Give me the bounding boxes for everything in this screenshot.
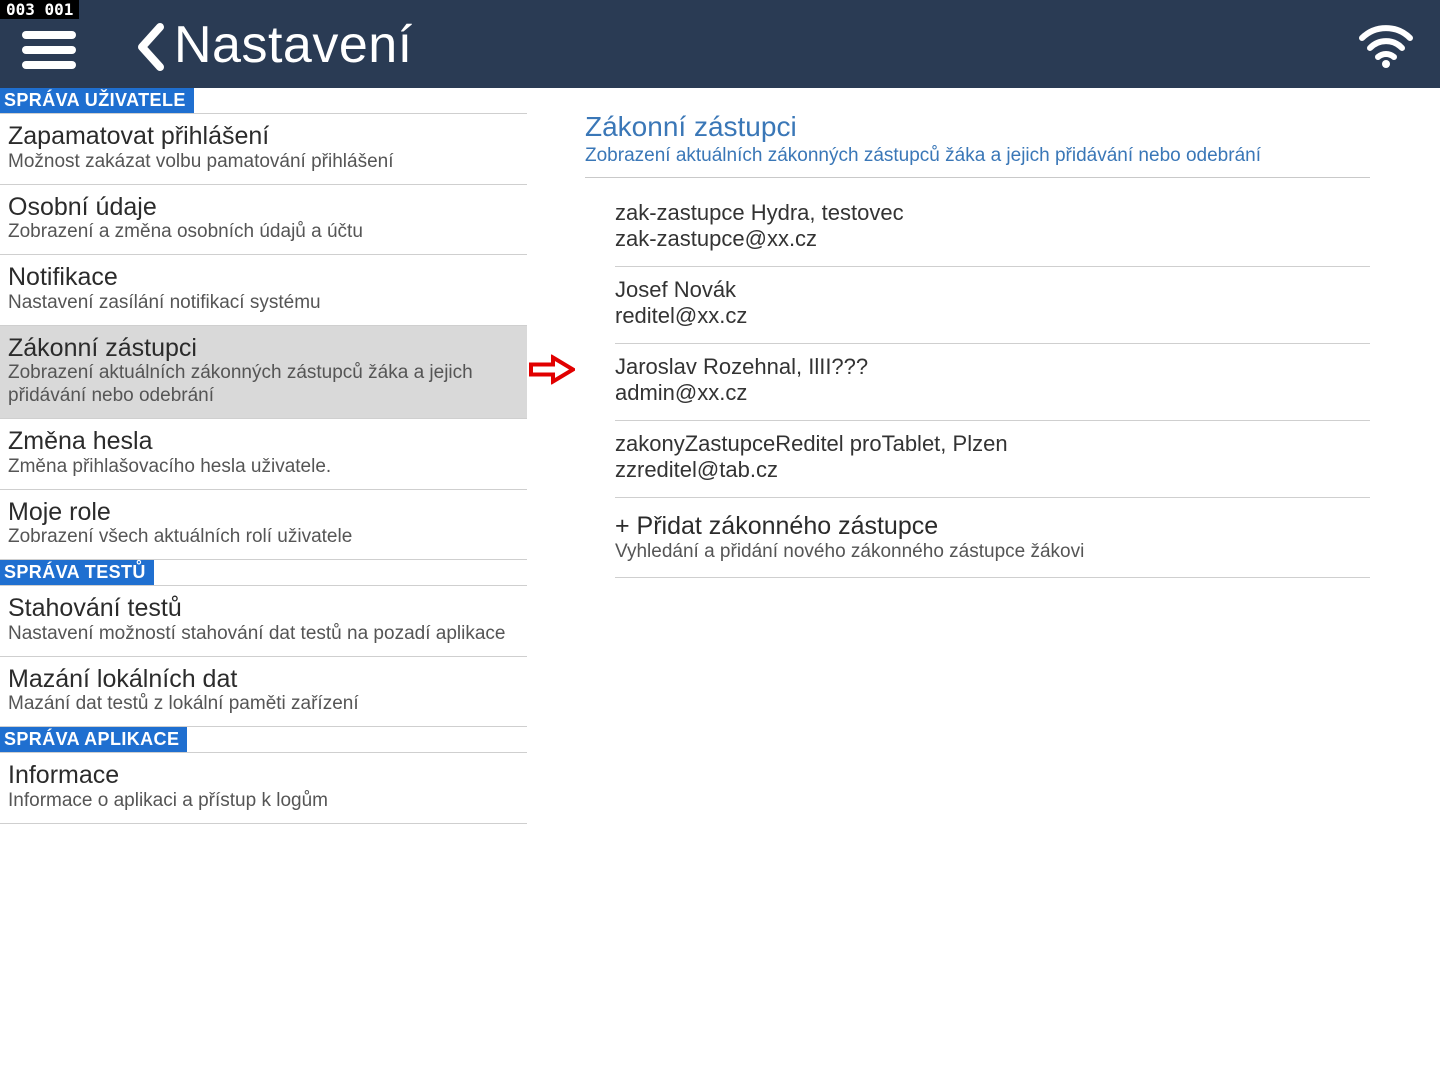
section-header-app: SPRÁVA APLIKACE bbox=[0, 727, 527, 753]
section-label: SPRÁVA APLIKACE bbox=[0, 727, 187, 752]
menu-item-subtitle: Zobrazení a změna osobních údajů a účtu bbox=[8, 221, 519, 244]
guardian-name: Josef Novák bbox=[615, 277, 1370, 303]
menu-item-subtitle: Nastavení zasílání notifikací systému bbox=[8, 292, 519, 315]
guardian-email: zak-zastupce@xx.cz bbox=[615, 226, 1370, 252]
menu-item-title: Informace bbox=[8, 761, 519, 790]
section-header-user: SPRÁVA UŽIVATELE bbox=[0, 88, 527, 114]
menu-item-information[interactable]: InformaceInformace o aplikaci a přístup … bbox=[0, 753, 527, 824]
settings-menu: SPRÁVA UŽIVATELEZapamatovat přihlášeníMo… bbox=[0, 88, 527, 1080]
menu-item-change-password[interactable]: Změna heslaZměna přihlašovacího hesla už… bbox=[0, 419, 527, 490]
menu-item-my-roles[interactable]: Moje roleZobrazení všech aktuálních rolí… bbox=[0, 490, 527, 561]
guardian-row[interactable]: Josef Novákreditel@xx.cz bbox=[615, 267, 1370, 344]
status-bar: 003 001 bbox=[0, 0, 79, 19]
menu-item-title: Stahování testů bbox=[8, 594, 519, 623]
page-title: Nastavení bbox=[174, 15, 413, 75]
menu-item-title: Notifikace bbox=[8, 263, 519, 292]
menu-item-subtitle: Mazání dat testů z lokální paměti zaříze… bbox=[8, 693, 519, 716]
back-icon[interactable] bbox=[136, 23, 164, 71]
guardian-name: zakonyZastupceReditel proTablet, Plzen bbox=[615, 431, 1370, 457]
panel-title: Zákonní zástupci bbox=[585, 112, 1370, 143]
menu-item-subtitle: Informace o aplikaci a přístup k logům bbox=[8, 790, 519, 813]
menu-icon[interactable] bbox=[22, 31, 76, 69]
guardian-row[interactable]: Jaroslav Rozehnal, IlII???admin@xx.cz bbox=[615, 344, 1370, 421]
arrow-right-icon bbox=[529, 354, 575, 389]
guardian-email: admin@xx.cz bbox=[615, 380, 1370, 406]
menu-item-delete-local[interactable]: Mazání lokálních datMazání dat testů z l… bbox=[0, 657, 527, 728]
add-guardian-title: + Přidat zákonného zástupce bbox=[615, 512, 1370, 541]
menu-item-title: Moje role bbox=[8, 498, 519, 527]
guardian-email: zzreditel@tab.cz bbox=[615, 457, 1370, 483]
menu-item-title: Osobní údaje bbox=[8, 193, 519, 222]
menu-item-personal-data[interactable]: Osobní údajeZobrazení a změna osobních ú… bbox=[0, 185, 527, 256]
menu-item-notifications[interactable]: NotifikaceNastavení zasílání notifikací … bbox=[0, 255, 527, 326]
panel-subtitle: Zobrazení aktuálních zákonných zástupců … bbox=[585, 145, 1370, 167]
menu-item-subtitle: Možnost zakázat volbu pamatování přihláš… bbox=[8, 151, 519, 174]
guardian-row[interactable]: zakonyZastupceReditel proTablet, Plzenzz… bbox=[615, 421, 1370, 498]
detail-panel: Zákonní zástupci Zobrazení aktuálních zá… bbox=[527, 88, 1440, 1080]
wifi-icon bbox=[1358, 24, 1414, 73]
menu-item-subtitle: Zobrazení všech aktuálních rolí uživatel… bbox=[8, 526, 519, 549]
menu-item-title: Zapamatovat přihlášení bbox=[8, 122, 519, 151]
section-label: SPRÁVA UŽIVATELE bbox=[0, 88, 194, 113]
section-label: SPRÁVA TESTŮ bbox=[0, 560, 154, 585]
menu-item-title: Mazání lokálních dat bbox=[8, 665, 519, 694]
menu-item-title: Změna hesla bbox=[8, 427, 519, 456]
menu-item-remember-login[interactable]: Zapamatovat přihlášeníMožnost zakázat vo… bbox=[0, 114, 527, 185]
add-guardian-button[interactable]: + Přidat zákonného zástupceVyhledání a p… bbox=[615, 498, 1370, 578]
menu-item-download-tests[interactable]: Stahování testůNastavení možností stahov… bbox=[0, 586, 527, 657]
guardian-name: Jaroslav Rozehnal, IlII??? bbox=[615, 354, 1370, 380]
menu-item-subtitle: Změna přihlašovacího hesla uživatele. bbox=[8, 456, 519, 479]
guardian-email: reditel@xx.cz bbox=[615, 303, 1370, 329]
add-guardian-subtitle: Vyhledání a přidání nového zákonného zás… bbox=[615, 541, 1370, 563]
guardian-name: zak-zastupce Hydra, testovec bbox=[615, 200, 1370, 226]
menu-item-title: Zákonní zástupci bbox=[8, 334, 519, 363]
menu-item-guardians[interactable]: Zákonní zástupciZobrazení aktuálních zák… bbox=[0, 326, 527, 419]
divider bbox=[585, 177, 1370, 178]
guardian-row[interactable]: zak-zastupce Hydra, testoveczak-zastupce… bbox=[615, 200, 1370, 267]
section-header-tests: SPRÁVA TESTŮ bbox=[0, 560, 527, 586]
menu-item-subtitle: Zobrazení aktuálních zákonných zástupců … bbox=[8, 362, 519, 408]
app-header: Nastavení bbox=[0, 0, 1440, 88]
guardian-list: zak-zastupce Hydra, testoveczak-zastupce… bbox=[615, 200, 1370, 578]
menu-item-subtitle: Nastavení možností stahování dat testů n… bbox=[8, 623, 519, 646]
